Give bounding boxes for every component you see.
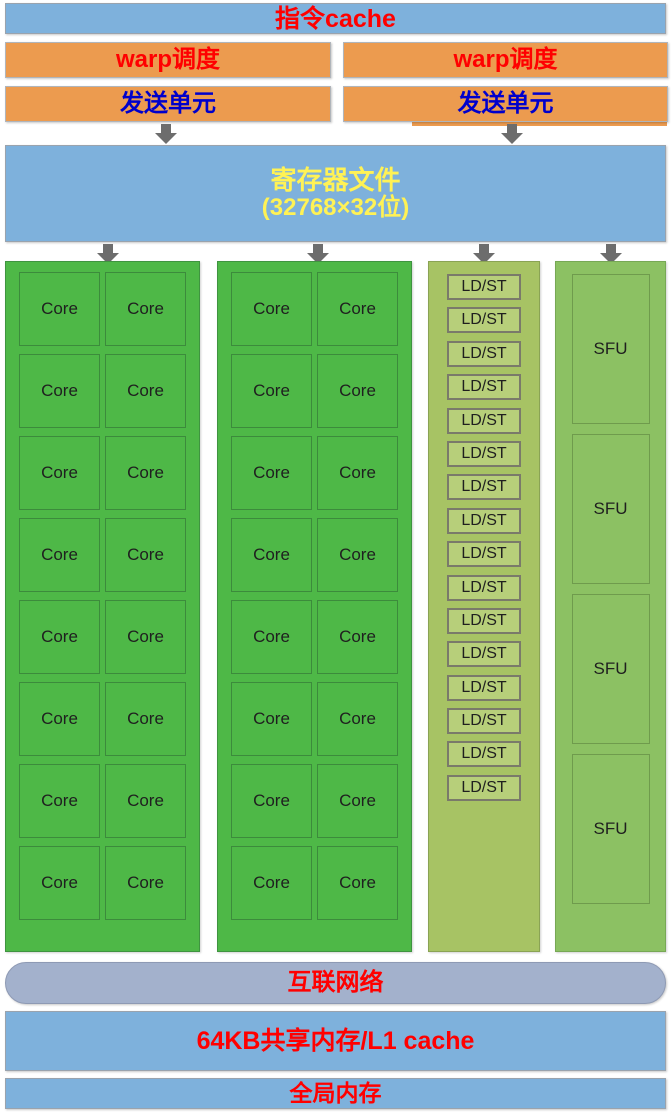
- global-memory-block: 全局内存: [5, 1078, 666, 1109]
- ldst-unit: LD/ST: [447, 641, 521, 668]
- core-unit: Core: [105, 436, 186, 510]
- shared-memory-label: 64KB共享内存/L1 cache: [196, 1027, 475, 1055]
- core-unit: Core: [231, 682, 312, 756]
- ldst-unit: LD/ST: [447, 274, 521, 300]
- warp-scheduler-label-0: warp调度: [115, 45, 220, 73]
- core-unit: Core: [105, 272, 186, 346]
- core-unit: Core: [231, 764, 312, 838]
- core-unit: Core: [19, 764, 100, 838]
- ldst-unit: LD/ST: [447, 741, 521, 768]
- core-unit: Core: [231, 518, 312, 592]
- core-unit: Core: [105, 764, 186, 838]
- ldst-unit: LD/ST: [447, 374, 521, 401]
- ldst-unit: LD/ST: [447, 407, 521, 434]
- sfu-unit: SFU: [571, 754, 650, 904]
- arrow-down-icon-dispatch-0: [155, 124, 177, 144]
- instruction-cache-block: 指令cache: [5, 3, 666, 34]
- warp-scheduler-block-0: warp调度: [5, 42, 331, 78]
- ldst-unit: LD/ST: [447, 674, 521, 701]
- ldst-column-group: LD/ST LD/ST LD/ST LD/ST LD/ST LD/ST LD/ST LD/ST…: [428, 261, 540, 952]
- dispatch-unit-block-0: 发送单元: [5, 86, 331, 122]
- core-unit: Core: [317, 518, 398, 592]
- core-unit: Core: [19, 518, 100, 592]
- gpu-sm-architecture-diagram: 指令cache warp调度 warp调度 发送单元 发送单元 寄存器文件 (3…: [0, 0, 671, 1112]
- ldst-unit: LD/ST: [447, 774, 521, 801]
- instruction-cache-label: 指令cache: [275, 4, 396, 33]
- ldst-unit: LD/ST: [447, 340, 521, 367]
- core-unit: Core: [231, 600, 312, 674]
- interconnect-network-block: 互联网络: [5, 962, 666, 1004]
- shared-memory-block: 64KB共享内存/L1 cache: [5, 1011, 666, 1071]
- core-unit: Core: [317, 846, 398, 920]
- ldst-unit: LD/ST: [447, 440, 521, 467]
- sfu-column-group: SFU SFU SFU SFU: [555, 261, 666, 952]
- core-unit: Core: [19, 846, 100, 920]
- core-unit: Core: [19, 354, 100, 428]
- core-unit: Core: [19, 436, 100, 510]
- core-unit: Core: [105, 682, 186, 756]
- sfu-unit: SFU: [571, 594, 650, 744]
- ldst-unit: LD/ST: [447, 474, 521, 501]
- dispatch-unit-label-0: 发送单元: [120, 89, 216, 117]
- core-unit: Core: [105, 354, 186, 428]
- dispatch-unit-block-1: 发送单元: [343, 86, 668, 122]
- register-file-capacity: (32768×32位): [261, 193, 410, 221]
- ldst-unit: LD/ST: [447, 507, 521, 534]
- core-column-group-1: Core Core Core Core Core Core Core Core Core Core…: [217, 261, 412, 952]
- core-unit: Core: [105, 846, 186, 920]
- warp-scheduler-block-1: warp调度: [343, 42, 668, 78]
- dispatch-unit-label-1: 发送单元: [457, 89, 554, 117]
- ldst-unit: LD/ST: [447, 607, 521, 634]
- ldst-stack: LD/ST LD/ST LD/ST LD/ST LD/ST LD/ST LD/ST LD/ST…: [447, 274, 521, 801]
- core-unit: Core: [317, 600, 398, 674]
- core-unit: Core: [231, 846, 312, 920]
- ldst-unit: LD/ST: [447, 541, 521, 568]
- sfu-stack: SFU SFU SFU SFU: [571, 274, 650, 904]
- core-grid-0: Core Core Core Core Core Core Core Core Core Core…: [19, 272, 186, 920]
- core-unit: Core: [105, 600, 186, 674]
- register-file-label: 寄存器文件: [270, 164, 401, 195]
- sfu-unit: SFU: [571, 274, 650, 424]
- arrow-down-icon-dispatch-1: [501, 124, 523, 144]
- register-file-block: 寄存器文件 (32768×32位): [5, 145, 666, 242]
- ldst-unit: LD/ST: [447, 574, 521, 601]
- core-unit: Core: [317, 272, 398, 346]
- ldst-unit: LD/ST: [447, 307, 521, 334]
- warp-scheduler-label-1: warp调度: [453, 45, 558, 73]
- core-unit: Core: [317, 436, 398, 510]
- core-unit: Core: [231, 436, 312, 510]
- core-unit: Core: [317, 354, 398, 428]
- core-unit: Core: [19, 600, 100, 674]
- core-unit: Core: [317, 764, 398, 838]
- core-unit: Core: [19, 272, 100, 346]
- core-unit: Core: [105, 518, 186, 592]
- core-unit: Core: [231, 272, 312, 346]
- interconnect-label: 互联网络: [287, 968, 384, 996]
- ldst-unit: LD/ST: [447, 708, 521, 735]
- global-memory-label: 全局内存: [289, 1079, 382, 1106]
- core-unit: Core: [19, 682, 100, 756]
- core-unit: Core: [317, 682, 398, 756]
- core-grid-1: Core Core Core Core Core Core Core Core Core Core…: [231, 272, 398, 920]
- sfu-unit: SFU: [571, 434, 650, 584]
- core-column-group-0: Core Core Core Core Core Core Core Core Core Core…: [5, 261, 200, 952]
- core-unit: Core: [231, 354, 312, 428]
